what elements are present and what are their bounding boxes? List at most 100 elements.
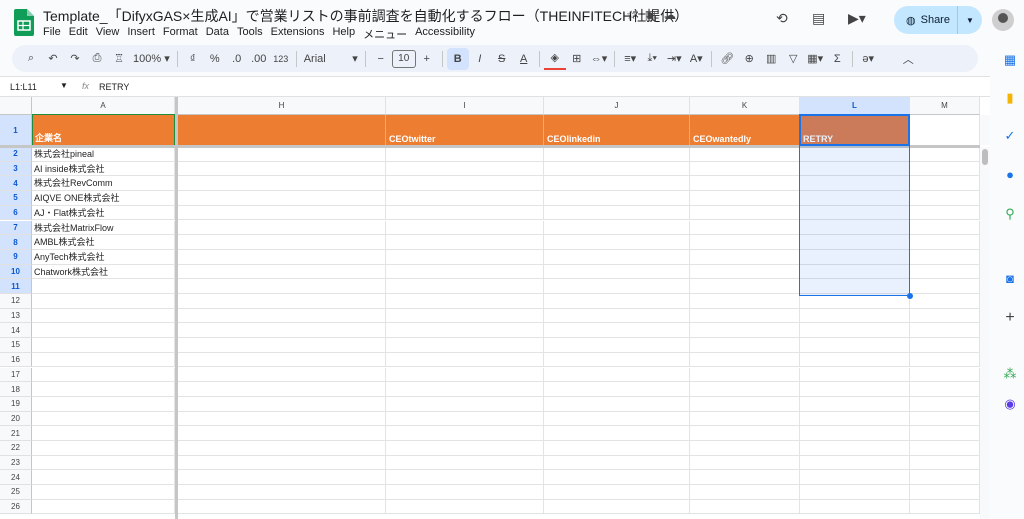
cell-m18[interactable] — [910, 382, 980, 397]
row-header-26[interactable]: 26 — [0, 499, 32, 515]
cell-i8[interactable] — [386, 235, 544, 250]
cell-a16[interactable] — [32, 352, 175, 368]
row-header-12[interactable]: 12 — [0, 294, 32, 309]
company-name-cell[interactable]: AnyTech株式会社 — [32, 249, 175, 265]
cell-h5[interactable] — [178, 191, 386, 206]
cell-j18[interactable] — [544, 382, 690, 397]
row-header-9[interactable]: 9 — [0, 249, 32, 265]
cell-k8[interactable] — [690, 235, 800, 250]
cell-j19[interactable] — [544, 396, 690, 412]
cell-m26[interactable] — [910, 499, 980, 515]
cell-k15[interactable] — [690, 338, 800, 353]
cell-m25[interactable] — [910, 485, 980, 500]
cell-m2[interactable] — [910, 147, 980, 162]
avatar[interactable] — [992, 9, 1014, 31]
cell-k12[interactable] — [690, 294, 800, 309]
cell-i25[interactable] — [386, 485, 544, 500]
share-button[interactable]: ◍ Share ▼ — [894, 6, 982, 34]
cell-j11[interactable] — [544, 279, 690, 294]
cell-l16[interactable] — [800, 352, 910, 368]
cell-l19[interactable] — [800, 396, 910, 412]
cell-i24[interactable] — [386, 470, 544, 486]
move-folder-icon[interactable]: ▣ — [645, 8, 656, 22]
cell-l26[interactable] — [800, 499, 910, 515]
font-size-input[interactable]: 10 — [391, 49, 416, 68]
column-header-j[interactable]: J — [544, 97, 690, 115]
cell-k9[interactable] — [690, 249, 800, 265]
menu-format[interactable]: Format — [163, 26, 206, 42]
cell-h13[interactable] — [178, 308, 386, 324]
cell-j6[interactable] — [544, 205, 690, 221]
cell-j21[interactable] — [544, 426, 690, 441]
cell-a11[interactable] — [32, 279, 175, 294]
cell-h22[interactable] — [178, 441, 386, 456]
row-header-23[interactable]: 23 — [0, 455, 32, 471]
cell-m23[interactable] — [910, 455, 980, 471]
cell-m12[interactable] — [910, 294, 980, 309]
filter-views-icon[interactable]: ▦▾ — [804, 48, 826, 70]
cell-i10[interactable] — [386, 264, 544, 280]
row-header-19[interactable]: 19 — [0, 396, 32, 412]
cell-k6[interactable] — [690, 205, 800, 221]
cell-j12[interactable] — [544, 294, 690, 309]
cell-j23[interactable] — [544, 455, 690, 471]
cell-i2[interactable] — [386, 147, 544, 162]
cell-m17[interactable] — [910, 367, 980, 383]
scrollbar-thumb[interactable] — [982, 149, 988, 165]
search-menus-icon[interactable]: ⌕ — [20, 48, 42, 70]
menu-extensions[interactable]: Extensions — [271, 26, 333, 42]
vertical-align-icon[interactable]: ⤓▾ — [641, 48, 663, 70]
row-header-11[interactable]: 11 — [0, 279, 32, 294]
currency-format-button[interactable]: ₫ — [182, 48, 204, 70]
cell-i5[interactable] — [386, 191, 544, 206]
cell-m20[interactable] — [910, 411, 980, 427]
cell-l14[interactable] — [800, 323, 910, 339]
column-header-l[interactable]: L — [800, 97, 910, 115]
more-formats-button[interactable]: 123 — [270, 48, 292, 70]
cell-j10[interactable] — [544, 264, 690, 280]
company-name-cell[interactable]: AI inside株式会社 — [32, 161, 175, 177]
cell-i15[interactable] — [386, 338, 544, 353]
header-cell-m[interactable] — [910, 115, 980, 146]
cell-k11[interactable] — [690, 279, 800, 294]
cell-a14[interactable] — [32, 323, 175, 339]
cell-i13[interactable] — [386, 308, 544, 324]
cell-m14[interactable] — [910, 323, 980, 339]
menu-accessibility[interactable]: Accessibility — [415, 26, 483, 42]
company-name-cell[interactable]: AMBL株式会社 — [32, 235, 175, 250]
cell-i14[interactable] — [386, 323, 544, 339]
decrease-decimal-button[interactable]: .0 — [226, 48, 248, 70]
menu-data[interactable]: Data — [206, 26, 237, 42]
text-wrapping-icon[interactable]: ⇥▾ — [663, 48, 685, 70]
header-cell-h[interactable] — [178, 115, 386, 146]
cell-h19[interactable] — [178, 396, 386, 412]
cell-l15[interactable] — [800, 338, 910, 353]
paint-format-icon[interactable]: ♖ — [108, 48, 130, 70]
cell-m10[interactable] — [910, 264, 980, 280]
row-header-15[interactable]: 15 — [0, 338, 32, 353]
addon-app-icon[interactable]: ⁂ — [1002, 366, 1018, 382]
menu-view[interactable]: View — [96, 26, 128, 42]
sheets-logo-icon[interactable] — [14, 9, 34, 36]
decrease-font-size-icon[interactable]: − — [370, 48, 392, 70]
zoom-select[interactable]: 100% ▾ — [130, 48, 173, 70]
print-icon[interactable]: ⎙ — [86, 48, 108, 70]
cell-j20[interactable] — [544, 411, 690, 427]
row-header-7[interactable]: 7 — [0, 220, 32, 236]
borders-icon[interactable]: ⊞ — [566, 48, 588, 70]
cell-j25[interactable] — [544, 485, 690, 500]
cell-l17[interactable] — [800, 367, 910, 383]
comment-icon[interactable]: ▤ — [812, 10, 825, 27]
company-name-cell[interactable]: Chatwork株式会社 — [32, 264, 175, 280]
cell-l20[interactable] — [800, 411, 910, 427]
cell-h3[interactable] — [178, 161, 386, 177]
fill-color-icon[interactable]: ◈ — [543, 48, 566, 70]
name-box-dropdown-icon[interactable]: ▼ — [60, 81, 68, 90]
cell-m21[interactable] — [910, 426, 980, 441]
text-color-icon[interactable]: A — [513, 48, 535, 70]
cell-j9[interactable] — [544, 249, 690, 265]
row-header-5[interactable]: 5 — [0, 191, 32, 206]
cell-h17[interactable] — [178, 367, 386, 383]
cell-k25[interactable] — [690, 485, 800, 500]
insert-link-icon[interactable]: 🔗︎ — [716, 48, 738, 70]
